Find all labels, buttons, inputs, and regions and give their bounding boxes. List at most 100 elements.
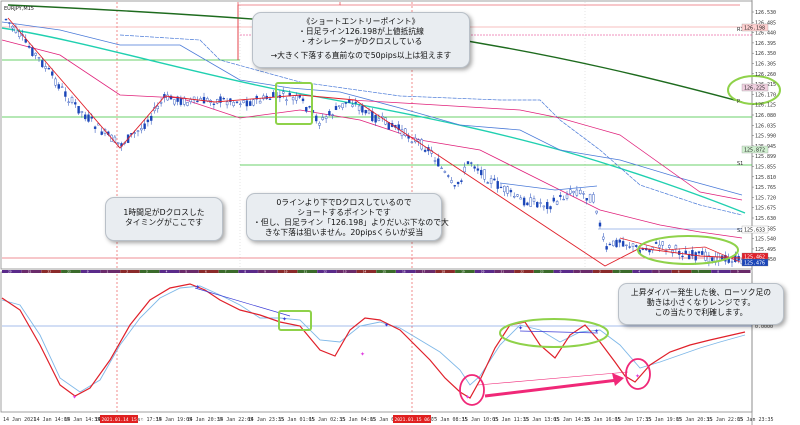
hour-cell: 11 <box>297 270 317 274</box>
rise-diver-callout: 上昇ダイバー発生した後、ローソク足の 動きは小さくなりレンジです。 この当たりで… <box>618 283 784 325</box>
pivot-label-s1: S1 <box>737 161 743 167</box>
short-entry-callout: 《ショートエントリーポイント》 ・日足ライン126.198が上値抵抗線 ・オシレ… <box>252 12 470 68</box>
price-axis-label: 125.675 <box>755 206 776 212</box>
svg-text:5: 5 <box>658 270 660 274</box>
candle <box>536 201 539 209</box>
hour-cell: 14 <box>356 270 377 274</box>
hour-cell: 23 <box>61 270 81 274</box>
hour-cell: 20 <box>2 270 22 274</box>
hour-cell: 23 <box>533 270 554 274</box>
hour-cell: 20 <box>474 270 495 274</box>
price-axis-label: 125.810 <box>755 175 776 181</box>
price-axis-label: 126.035 <box>755 123 776 129</box>
svg-text:1: 1 <box>107 270 109 274</box>
svg-text:15: 15 <box>382 270 386 274</box>
svg-text:22: 22 <box>47 270 51 274</box>
hour-cell: 19 <box>455 270 475 274</box>
svg-text:✦: ✦ <box>72 394 77 401</box>
svg-text:16: 16 <box>402 270 406 274</box>
candle <box>588 193 592 203</box>
svg-text:2: 2 <box>126 270 128 274</box>
hour-cell: 2 <box>120 270 140 274</box>
zero-line-callout: 0ラインより下でDクロスしているので ショートするポイントです ・但し、日足ライ… <box>246 193 449 241</box>
pivot-label-p: P <box>737 99 740 105</box>
hour-cell: 7 <box>691 270 711 274</box>
svg-text:12: 12 <box>323 270 327 274</box>
time-axis-label: 15 Jan 23:35 <box>737 417 773 423</box>
candle <box>384 117 387 126</box>
svg-text:4: 4 <box>638 270 640 274</box>
hour-cell: 16 <box>396 270 416 274</box>
hour-cell: 4 <box>159 270 180 274</box>
hour-cell: 22 <box>514 270 534 274</box>
hour-cell: 5 <box>652 270 672 274</box>
hour-cell: 12 <box>317 270 337 274</box>
price-axis-label: 125.855 <box>755 165 776 171</box>
hour-cell: 0 <box>553 270 574 274</box>
price-axis-label: 125.990 <box>755 134 776 140</box>
price-axis-label: 126.080 <box>755 113 776 119</box>
hour-cell: 18 <box>435 270 455 274</box>
svg-text:20: 20 <box>8 270 12 274</box>
hour-cell: 22 <box>41 270 61 274</box>
price-tag: 126.198 <box>741 23 769 32</box>
svg-text:22: 22 <box>520 270 524 274</box>
svg-text:125.476: 125.476 <box>744 261 765 267</box>
hour-cell: 2 <box>593 270 613 274</box>
price-tag: 125.633 <box>741 225 769 234</box>
hour-cell: 21 <box>21 270 42 274</box>
svg-text:18: 18 <box>441 270 445 274</box>
price-axis-label: 126.125 <box>755 103 776 109</box>
svg-text:8: 8 <box>717 270 719 274</box>
svg-text:10: 10 <box>284 270 288 274</box>
hour-cell: 5 <box>179 270 199 274</box>
svg-text:✦: ✦ <box>360 351 365 358</box>
svg-text:6: 6 <box>678 270 680 274</box>
svg-text:✦: ✦ <box>465 394 470 401</box>
price-axis-label: 125.899 <box>755 154 776 160</box>
svg-text:✦: ✦ <box>282 316 287 323</box>
svg-text:13: 13 <box>343 270 347 274</box>
svg-text:21: 21 <box>501 270 505 274</box>
price-tag: 125.476 <box>741 258 769 267</box>
time-axis-label: 14 Jan 2021 <box>3 417 36 423</box>
svg-text:126.198: 126.198 <box>744 26 765 32</box>
hour-cell: 13 <box>336 270 357 274</box>
hour-cell: 9 <box>730 270 751 274</box>
hour-cell: 0 <box>80 270 101 274</box>
svg-text:7: 7 <box>698 270 700 274</box>
svg-text:2021.01.14 15:00: 2021.01.14 15:00 <box>102 417 146 423</box>
svg-text:0: 0 <box>87 270 89 274</box>
svg-text:7: 7 <box>225 270 227 274</box>
candle <box>252 98 255 107</box>
svg-text:21: 21 <box>28 270 32 274</box>
svg-text:✦: ✦ <box>594 328 599 335</box>
price-axis-label: 125.765 <box>755 185 776 191</box>
hour-cell: 17 <box>415 270 436 274</box>
candle <box>242 100 245 104</box>
svg-text:0: 0 <box>560 270 562 274</box>
hour-cell: 21 <box>494 270 514 274</box>
svg-text:23: 23 <box>67 270 71 274</box>
candle <box>612 240 615 247</box>
svg-text:✦: ✦ <box>635 373 640 380</box>
hour-cell: 8 <box>711 270 731 274</box>
hour-cell: 6 <box>671 270 692 274</box>
svg-text:5: 5 <box>185 270 187 274</box>
hour-cell: 3 <box>139 270 160 274</box>
svg-text:23: 23 <box>540 270 544 274</box>
hour-cell: 7 <box>218 270 239 274</box>
svg-text:125.872: 125.872 <box>744 148 765 154</box>
price-tag: 125.872 <box>741 145 769 154</box>
svg-text:9: 9 <box>264 270 266 274</box>
svg-text:2: 2 <box>599 270 601 274</box>
time-axis[interactable]: 14 Jan 202114 Jan 14:0514 Jan 14:3514 Ja… <box>3 415 774 423</box>
svg-text:2021.01.15 06:00: 2021.01.15 06:00 <box>395 417 439 423</box>
candle <box>186 101 189 107</box>
hour-cell: 8 <box>238 270 258 274</box>
svg-text:11: 11 <box>304 270 308 274</box>
hour-cell: 9 <box>258 270 278 274</box>
price-axis-label: 126.260 <box>755 72 776 78</box>
price-axis-label: 126.395 <box>755 41 776 47</box>
svg-text:4: 4 <box>166 270 168 274</box>
